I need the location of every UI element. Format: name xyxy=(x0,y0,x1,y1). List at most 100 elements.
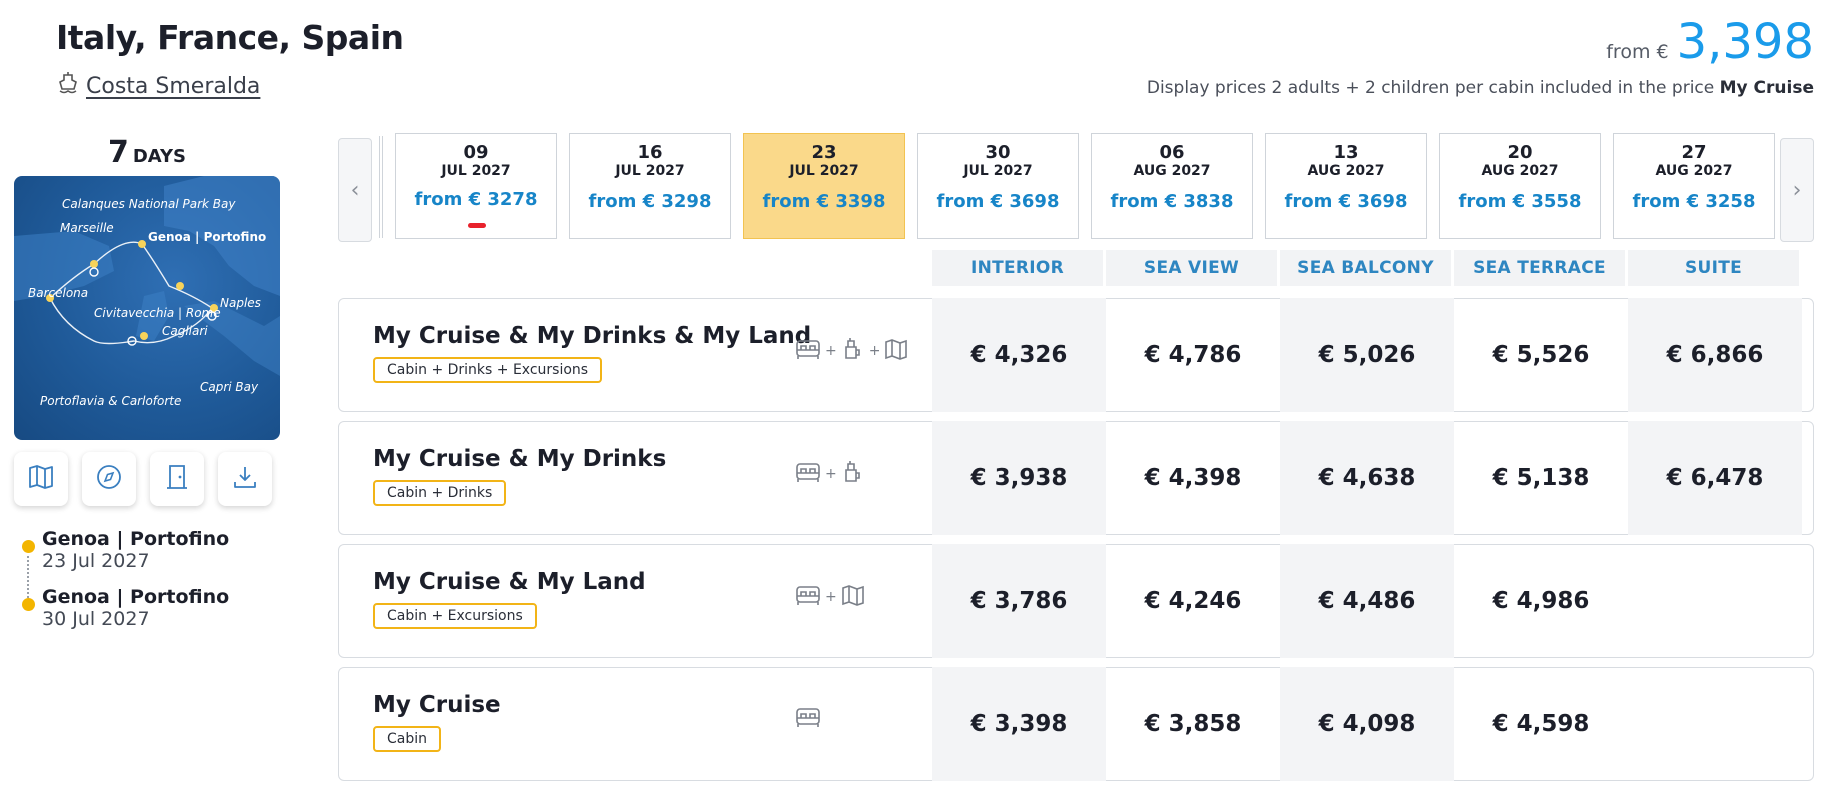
map-label-portoflavia: Portoflavia & Carloforte xyxy=(40,394,182,408)
column-header-suite: SUITE xyxy=(1628,250,1799,286)
date-option[interactable]: 30 JUL 2027 from € 3698 xyxy=(917,133,1079,239)
days-number: 7 xyxy=(107,135,129,170)
price-cell-interior[interactable]: € 3,398 xyxy=(932,667,1106,781)
date-price: from € 3298 xyxy=(588,191,712,212)
price-cell-sea-balcony[interactable]: € 5,026 xyxy=(1280,298,1454,412)
date-price: from € 3698 xyxy=(936,191,1060,212)
date-option[interactable]: 20 AUG 2027 from € 3558 xyxy=(1439,133,1601,239)
compass-icon xyxy=(95,463,123,495)
map-label-marseille: Marseille xyxy=(60,221,114,235)
prev-dates-button[interactable]: ‹ xyxy=(338,138,372,242)
plus-icon: + xyxy=(868,343,881,359)
map-icon xyxy=(884,337,908,365)
stop-dot-icon xyxy=(22,598,35,611)
date-option[interactable]: 13 AUG 2027 from € 3698 xyxy=(1265,133,1427,239)
price-cell-sea-terrace[interactable]: € 4,598 xyxy=(1454,667,1628,781)
drink-icon xyxy=(841,337,865,365)
package-icons xyxy=(795,706,821,732)
map-icon xyxy=(27,463,55,495)
date-option[interactable]: 16 JUL 2027 from € 3298 xyxy=(569,133,731,239)
date-month-year: AUG 2027 xyxy=(1655,163,1733,179)
bed-icon xyxy=(795,461,821,487)
package-badge: Cabin + Drinks xyxy=(373,480,507,506)
stop-port: Genoa | Portofino xyxy=(42,586,230,608)
date-option-selected[interactable]: 23 JUL 2027 from € 3398 xyxy=(743,133,905,239)
bed-icon xyxy=(795,338,821,364)
package-name: My Cruise & My Drinks & My Land xyxy=(373,323,812,349)
price-cell-suite[interactable]: € 6,866 xyxy=(1628,298,1802,412)
plus-icon: + xyxy=(825,343,837,359)
price-cell-interior[interactable]: € 4,326 xyxy=(932,298,1106,412)
price-cell-sea-terrace[interactable]: € 5,526 xyxy=(1454,298,1628,412)
column-header-sea-balcony: SEA BALCONY xyxy=(1280,250,1451,286)
date-month-year: JUL 2027 xyxy=(441,163,511,179)
date-price: from € 3258 xyxy=(1632,191,1756,212)
date-option[interactable]: 09 JUL 2027 from € 3278 xyxy=(395,133,557,239)
price-cell-interior[interactable]: € 3,938 xyxy=(932,421,1106,535)
column-header-interior: INTERIOR xyxy=(932,250,1103,286)
map-icon xyxy=(841,583,865,611)
map-label-capri: Capri Bay xyxy=(200,380,259,394)
price-cell-suite[interactable]: € 6,478 xyxy=(1628,421,1802,535)
date-day: 30 xyxy=(985,142,1011,163)
price-note-text: Display prices 2 adults + 2 children per… xyxy=(1146,78,1715,98)
date-day: 06 xyxy=(1159,142,1185,163)
stop-port: Genoa | Portofino xyxy=(42,528,230,550)
from-label: from € xyxy=(1606,41,1669,63)
package-row: My Cruise & My Land Cabin + Excursions +… xyxy=(338,544,1814,658)
package-badge: Cabin + Excursions xyxy=(373,603,537,629)
plus-icon: + xyxy=(825,589,837,605)
package-name: My Cruise & My Drinks xyxy=(373,446,667,472)
package-badge: Cabin + Drinks + Excursions xyxy=(373,357,603,383)
date-day: 27 xyxy=(1681,142,1707,163)
price-note-package: My Cruise xyxy=(1719,78,1814,98)
itinerary-stop: Genoa | Portofino 23 Jul 2027 xyxy=(22,528,229,572)
date-month-year: JUL 2027 xyxy=(789,163,859,179)
package-row: My Cruise & My Drinks Cabin + Drinks + €… xyxy=(338,421,1814,535)
download-icon xyxy=(231,463,259,495)
date-month-year: AUG 2027 xyxy=(1481,163,1559,179)
price-cell-sea-view[interactable]: € 4,246 xyxy=(1106,544,1280,658)
price-cell-interior[interactable]: € 3,786 xyxy=(932,544,1106,658)
package-name: My Cruise & My Land xyxy=(373,569,646,595)
date-day: 20 xyxy=(1507,142,1533,163)
next-dates-button[interactable]: › xyxy=(1780,138,1814,242)
price-cell-sea-balcony[interactable]: € 4,486 xyxy=(1280,544,1454,658)
column-header-sea-terrace: SEA TERRACE xyxy=(1454,250,1625,286)
cabin-type-headers: INTERIOR SEA VIEW SEA BALCONY SEA TERRAC… xyxy=(932,250,1799,286)
map-view-button[interactable] xyxy=(14,452,68,506)
cabin-button[interactable] xyxy=(150,452,204,506)
ship-name[interactable]: Costa Smeralda xyxy=(86,74,260,99)
column-header-sea-view: SEA VIEW xyxy=(1106,250,1277,286)
ship-icon xyxy=(58,72,78,100)
door-icon xyxy=(163,463,191,495)
price-cell-sea-balcony[interactable]: € 4,638 xyxy=(1280,421,1454,535)
ship-link[interactable]: Costa Smeralda xyxy=(58,72,260,100)
map-label-barcelona: Barcelona xyxy=(28,286,89,300)
price-cell-sea-terrace[interactable]: € 5,138 xyxy=(1454,421,1628,535)
price-cell-sea-view[interactable]: € 4,398 xyxy=(1106,421,1280,535)
page-title: Italy, France, Spain xyxy=(56,18,404,57)
itinerary-map[interactable]: Calanques National Park Bay Marseille Ge… xyxy=(14,176,280,440)
date-price: from € 3558 xyxy=(1458,191,1582,212)
from-price: from € 3,398 xyxy=(1606,14,1814,70)
price-cell-sea-terrace[interactable]: € 4,986 xyxy=(1454,544,1628,658)
price-cell-sea-balcony[interactable]: € 4,098 xyxy=(1280,667,1454,781)
date-option[interactable]: 06 AUG 2027 from € 3838 xyxy=(1091,133,1253,239)
download-button[interactable] xyxy=(218,452,272,506)
date-option[interactable]: 27 AUG 2027 from € 3258 xyxy=(1613,133,1775,239)
itinerary-list: Genoa | Portofino 23 Jul 2027 Genoa | Po… xyxy=(22,528,229,644)
package-icons: + xyxy=(795,583,865,611)
package-icons: + + xyxy=(795,337,908,365)
date-carousel: ‹ 09 JUL 2027 from € 3278 16 JUL 2027 fr… xyxy=(338,133,1814,243)
price-cells: € 3,786 € 4,246 € 4,486 € 4,986 xyxy=(932,544,1802,658)
plus-icon: + xyxy=(825,466,837,482)
bed-icon xyxy=(795,706,821,732)
price-cell-sea-view[interactable]: € 4,786 xyxy=(1106,298,1280,412)
price-cell-suite-empty xyxy=(1628,544,1802,658)
price-cell-sea-view[interactable]: € 3,858 xyxy=(1106,667,1280,781)
duration: 7 DAYS xyxy=(14,135,280,170)
days-label: DAYS xyxy=(132,146,187,167)
explore-button[interactable] xyxy=(82,452,136,506)
date-price: from € 3278 xyxy=(414,189,538,210)
